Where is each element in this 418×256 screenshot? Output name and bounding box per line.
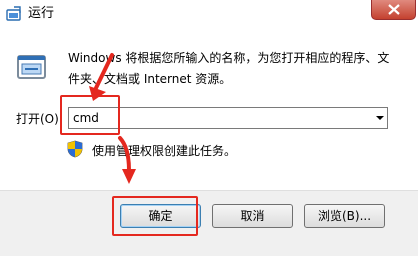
close-icon bbox=[388, 4, 400, 15]
cancel-button[interactable]: 取消 bbox=[212, 204, 293, 228]
run-dialog-icon bbox=[17, 55, 46, 79]
window-title: 运行 bbox=[28, 6, 55, 21]
run-app-icon bbox=[6, 6, 21, 21]
browse-button[interactable]: 浏览(B)... bbox=[304, 204, 385, 228]
title-bar: 运行 bbox=[0, 0, 418, 30]
uac-shield-icon bbox=[67, 140, 83, 158]
admin-privilege-note: 使用管理权限创建此任务。 bbox=[92, 144, 237, 158]
close-button[interactable] bbox=[371, 0, 416, 20]
annotation-arrow-icon bbox=[118, 136, 136, 184]
highlight-box-ok bbox=[112, 196, 198, 236]
annotation-arrow-icon bbox=[89, 53, 114, 101]
chevron-down-icon[interactable] bbox=[374, 110, 386, 126]
open-label: 打开(O): bbox=[16, 112, 63, 126]
